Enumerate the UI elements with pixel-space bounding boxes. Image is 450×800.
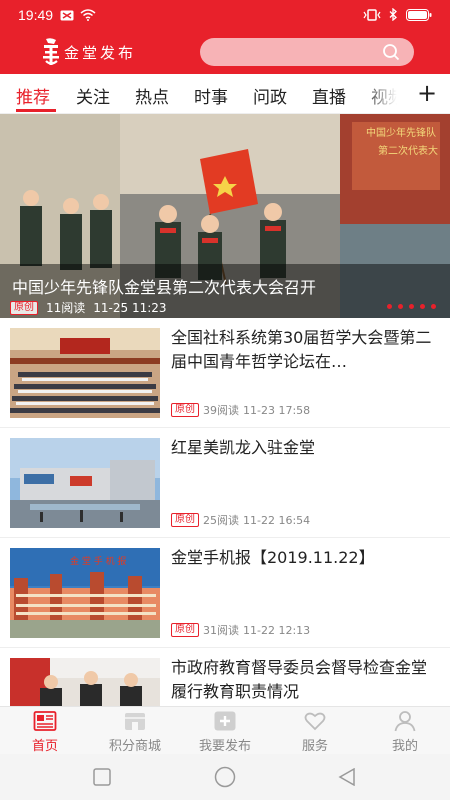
nav-label: 我的 — [391, 739, 418, 754]
read-count: 11阅读 — [46, 301, 86, 315]
banner-text: 中国少年先锋队 — [366, 126, 436, 139]
read-count: 39阅读 — [203, 404, 239, 417]
news-item[interactable]: 红星美凯龙入驻金堂 原创 25阅读 11-22 16:54 — [0, 428, 450, 538]
nav-home[interactable]: 首页 — [0, 707, 90, 755]
vibrate-icon — [363, 8, 381, 21]
nav-label: 首页 — [31, 739, 58, 754]
tab-live[interactable]: 直播 — [312, 83, 346, 108]
user-icon[interactable] — [393, 709, 417, 733]
recent-apps-icon[interactable] — [93, 768, 111, 786]
nav-profile[interactable]: 我的 — [360, 707, 450, 755]
bluetooth-icon — [389, 8, 397, 21]
status-time: 19:49 — [18, 7, 54, 23]
news-meta: 原创 31阅读 11-22 12:13 — [171, 622, 310, 638]
news-item[interactable]: 全国社科系统第30届哲学大会暨第二届中国青年哲学论坛在… 原创 39阅读 11-… — [0, 318, 450, 428]
nav-points-mall[interactable]: 积分商城 — [90, 707, 180, 755]
news-title[interactable]: 金堂手机报【2019.11.22】 — [171, 546, 437, 570]
home-icon[interactable] — [214, 766, 236, 788]
carousel-indicator — [387, 304, 436, 309]
status-bar: 19:49 — [0, 0, 450, 30]
shop-icon[interactable] — [123, 709, 147, 733]
tab-hot[interactable]: 热点 — [135, 83, 169, 108]
nav-label: 服务 — [301, 739, 328, 754]
nav-label: 积分商城 — [108, 739, 161, 754]
news-title[interactable]: 全国社科系统第30届哲学大会暨第二届中国青年哲学论坛在… — [171, 326, 437, 374]
message-notification-icon — [60, 10, 74, 20]
svg-text:金 堂 手 机 报: 金 堂 手 机 报 — [70, 555, 126, 567]
read-count: 31阅读 — [203, 624, 239, 637]
carousel-dot[interactable] — [431, 304, 436, 309]
publish-time: 11-22 16:54 — [243, 513, 311, 527]
news-thumbnail — [10, 328, 160, 418]
bottom-nav: 首页 积分商城 我要发布 服务 我的 — [0, 706, 450, 754]
nav-service[interactable]: 服务 — [270, 707, 360, 755]
original-badge: 原创 — [171, 403, 199, 417]
nav-label: 我要发布 — [198, 739, 251, 754]
news-meta: 原创 25阅读 11-22 16:54 — [171, 512, 310, 528]
publish-time: 11-25 11:23 — [93, 300, 167, 315]
news-meta: 原创 39阅读 11-23 17:58 — [171, 402, 310, 418]
news-item[interactable]: 金 堂 手 机 报 金堂手机报【2019.11.22】 原创 31阅读 11-2… — [0, 538, 450, 648]
hero-title[interactable]: 中国少年先锋队金堂县第二次代表大会召开 — [12, 274, 316, 298]
read-count: 25阅读 — [203, 514, 239, 527]
nav-publish[interactable]: 我要发布 — [180, 707, 270, 755]
app-logo — [43, 38, 59, 65]
tab-inquiry[interactable]: 问政 — [253, 83, 287, 108]
tab-follow[interactable]: 关注 — [76, 83, 110, 108]
tab-current-affairs[interactable]: 时事 — [194, 83, 228, 108]
system-navigation-bar — [0, 754, 450, 800]
hero-meta: 原创 11阅读 11-25 11:23 — [10, 299, 167, 316]
publish-time: 11-23 17:58 — [243, 403, 311, 417]
battery-icon — [406, 8, 432, 21]
carousel-dot[interactable] — [387, 304, 392, 309]
carousel-dot[interactable] — [409, 304, 414, 309]
tab-recommend[interactable]: 推荐 — [16, 83, 50, 108]
news-title[interactable]: 市政府教育督导委员会督导检查金堂履行教育职责情况 — [171, 656, 437, 704]
hero-carousel[interactable]: 中国少年先锋队 第二次代表大 中国少年先锋队金堂县第二次代表大会召开 原创 11… — [0, 114, 450, 318]
banner-text: 第二次代表大 — [378, 144, 438, 157]
back-icon[interactable] — [338, 768, 356, 786]
original-badge: 原创 — [171, 623, 199, 637]
newspaper-icon[interactable] — [33, 709, 57, 733]
heart-icon[interactable] — [303, 709, 327, 733]
search-icon[interactable] — [382, 43, 400, 61]
carousel-dot[interactable] — [398, 304, 403, 309]
news-thumbnail — [10, 438, 160, 528]
active-tab-indicator — [16, 109, 56, 112]
app-title: 金堂发布 — [64, 44, 137, 62]
news-thumbnail: 金 堂 手 机 报 — [10, 548, 160, 638]
news-title[interactable]: 红星美凯龙入驻金堂 — [171, 436, 437, 460]
publish-time: 11-22 12:13 — [243, 623, 311, 637]
wifi-icon — [80, 9, 96, 21]
carousel-dot[interactable] — [420, 304, 425, 309]
original-badge: 原创 — [10, 300, 38, 315]
search-input[interactable] — [200, 38, 414, 66]
add-channel-icon[interactable]: + — [416, 80, 438, 106]
original-badge: 原创 — [171, 513, 199, 527]
category-tabs: 推荐 关注 热点 时事 问政 直播 视频 + — [0, 74, 450, 114]
add-post-icon[interactable] — [213, 709, 237, 733]
app-header: 金堂发布 — [0, 30, 450, 74]
